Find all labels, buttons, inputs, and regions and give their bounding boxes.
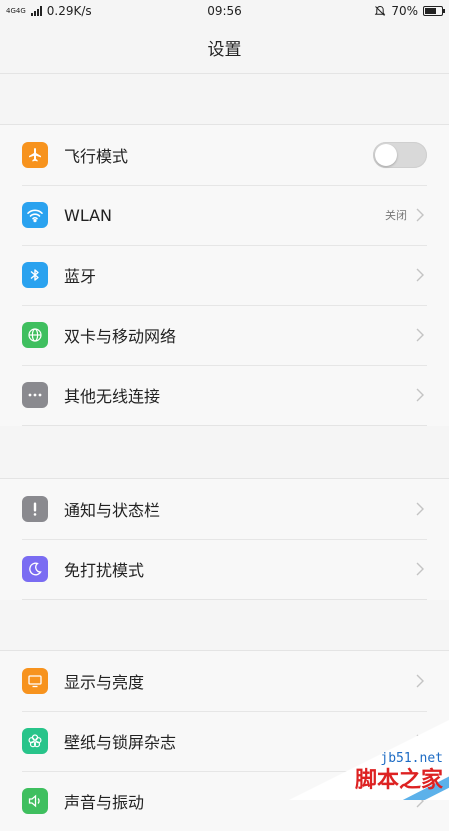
settings-item-label: 飞行模式 bbox=[64, 147, 129, 166]
settings-item-label: 显示与亮度 bbox=[64, 673, 145, 692]
settings-item-notifications[interactable]: 通知与状态栏 bbox=[0, 479, 449, 539]
net-speed: 0.29K/s bbox=[46, 4, 92, 18]
chevron-right-icon bbox=[416, 388, 424, 402]
battery-icon bbox=[423, 6, 445, 16]
battery-fill bbox=[425, 8, 437, 14]
settings-item-label: 通知与状态栏 bbox=[64, 501, 161, 520]
exclamation-icon bbox=[22, 496, 48, 522]
speaker-icon bbox=[22, 788, 48, 814]
chevron-right-icon bbox=[416, 674, 424, 688]
monitor-icon bbox=[22, 668, 48, 694]
watermark-name: 脚本之家 bbox=[354, 768, 443, 793]
bluetooth-icon bbox=[22, 262, 48, 288]
chevron-right-icon bbox=[416, 562, 424, 576]
chevron-right-icon bbox=[416, 208, 424, 222]
status-right: 70% bbox=[374, 4, 445, 18]
settings-item-label: 其他无线连接 bbox=[64, 387, 161, 406]
battery-percent: 70% bbox=[391, 4, 418, 18]
network-label: 4G4G bbox=[6, 6, 26, 15]
group-divider bbox=[22, 599, 427, 600]
settings-item-display[interactable]: 显示与亮度 bbox=[0, 651, 449, 711]
settings-item-label: 免打扰模式 bbox=[64, 561, 145, 580]
group-divider bbox=[22, 425, 427, 426]
settings-group-connectivity: 飞行模式 WLAN 关闭 蓝牙 双卡与移动网络 其他无线连接 bbox=[0, 124, 449, 426]
settings-item-airplane-mode[interactable]: 飞行模式 bbox=[0, 125, 449, 185]
signal-icon bbox=[30, 6, 42, 16]
settings-group-notifications: 通知与状态栏 免打扰模式 bbox=[0, 478, 449, 600]
airplane-icon bbox=[22, 142, 48, 168]
chevron-right-icon bbox=[416, 502, 424, 516]
status-bar: 4G4G 0.29K/s 09:56 70% bbox=[0, 0, 449, 22]
network-type: 4G4G bbox=[6, 6, 26, 15]
chevron-right-icon bbox=[416, 268, 424, 282]
mute-bell-icon bbox=[375, 5, 386, 16]
globe-icon bbox=[22, 322, 48, 348]
settings-item-do-not-disturb[interactable]: 免打扰模式 bbox=[0, 539, 449, 599]
wifi-icon bbox=[22, 202, 48, 228]
settings-item-wlan[interactable]: WLAN 关闭 bbox=[0, 185, 449, 245]
more-icon bbox=[22, 382, 48, 408]
page-title: 设置 bbox=[207, 40, 242, 60]
chevron-right-icon bbox=[416, 328, 424, 342]
settings-item-other-wireless[interactable]: 其他无线连接 bbox=[0, 365, 449, 425]
settings-item-bluetooth[interactable]: 蓝牙 bbox=[0, 245, 449, 305]
moon-icon bbox=[22, 556, 48, 582]
wlan-status: 关闭 bbox=[385, 209, 407, 222]
settings-item-label: WLAN bbox=[64, 205, 113, 225]
airplane-mode-toggle[interactable] bbox=[373, 142, 427, 168]
settings-item-label: 蓝牙 bbox=[64, 267, 97, 286]
title-bar: 设置 bbox=[0, 22, 449, 74]
status-left: 4G4G 0.29K/s bbox=[6, 4, 92, 18]
settings-item-label: 双卡与移动网络 bbox=[64, 327, 177, 346]
settings-item-dual-sim[interactable]: 双卡与移动网络 bbox=[0, 305, 449, 365]
toggle-knob bbox=[375, 144, 397, 166]
flower-icon bbox=[22, 728, 48, 754]
watermark: jb51.net 脚本之家 bbox=[289, 720, 449, 800]
